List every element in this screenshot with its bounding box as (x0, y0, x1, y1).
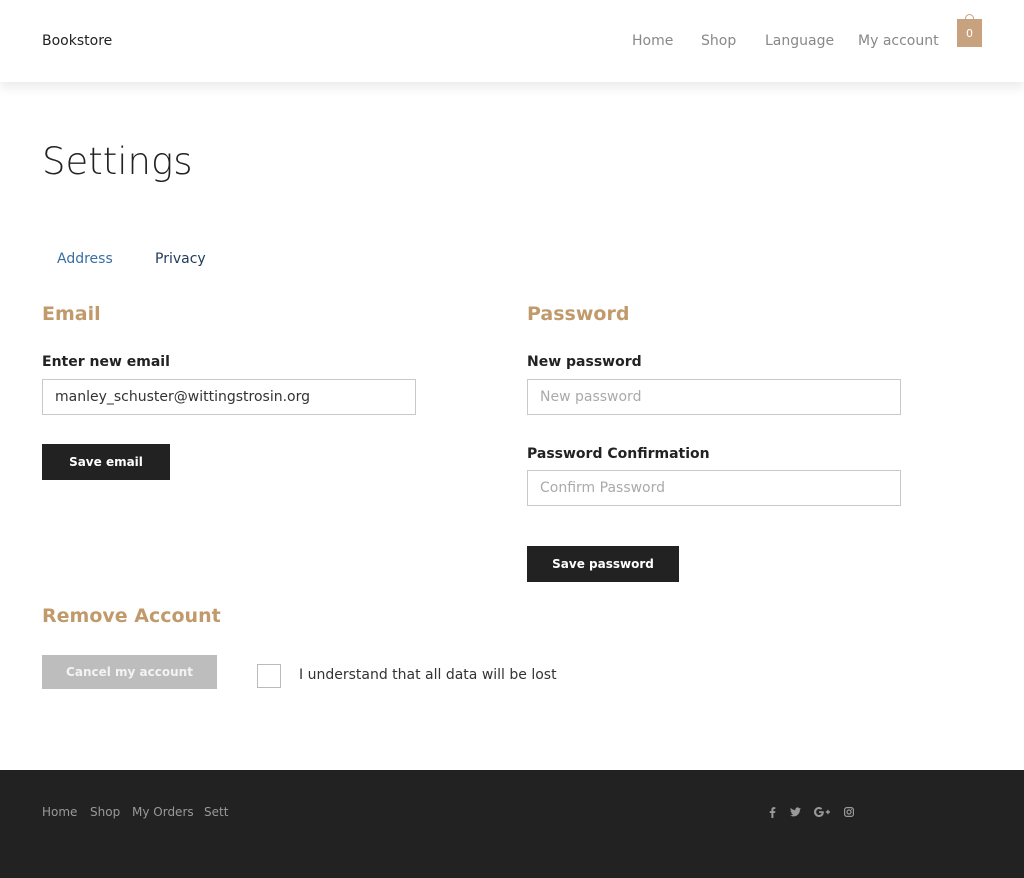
nav-my-account[interactable]: My account (858, 33, 939, 49)
nav-language[interactable]: Language (765, 33, 834, 49)
footer-link-home[interactable]: Home (42, 805, 77, 819)
new-password-field[interactable] (527, 379, 901, 415)
password-confirmation-label: Password Confirmation (527, 446, 710, 462)
confirm-password-field[interactable] (527, 470, 901, 506)
email-field[interactable] (42, 379, 416, 415)
remove-account-title: Remove Account (42, 605, 221, 627)
nav-shop[interactable]: Shop (701, 33, 736, 49)
nav-home[interactable]: Home (632, 33, 673, 49)
footer-link-settings[interactable]: Sett (204, 805, 228, 819)
confirm-data-loss-checkbox[interactable] (257, 664, 281, 688)
new-password-label: New password (527, 354, 642, 370)
page-title: Settings (42, 140, 193, 183)
confirm-data-loss-label: I understand that all data will be lost (299, 667, 557, 683)
twitter-icon[interactable] (790, 807, 801, 817)
footer-link-shop[interactable]: Shop (90, 805, 120, 819)
password-section-title: Password (527, 303, 630, 325)
cart-bag-icon (965, 14, 974, 21)
site-footer: Home Shop My Orders Sett (0, 770, 1024, 878)
tab-privacy[interactable]: Privacy (155, 251, 206, 267)
save-email-button[interactable]: Save email (42, 444, 170, 480)
email-field-label: Enter new email (42, 354, 170, 370)
tab-address[interactable]: Address (57, 251, 113, 267)
site-header: Bookstore Home Shop Language My account … (0, 0, 1024, 82)
email-section-title: Email (42, 303, 101, 325)
cart-button[interactable]: 0 (957, 14, 982, 47)
instagram-icon[interactable] (844, 807, 854, 817)
facebook-icon[interactable] (769, 807, 776, 818)
save-password-button[interactable]: Save password (527, 546, 679, 582)
main-nav: Home Shop Language My account (0, 33, 1024, 51)
cart-count: 0 (966, 27, 973, 40)
google-plus-icon[interactable] (814, 807, 830, 817)
cancel-account-button[interactable]: Cancel my account (42, 655, 217, 689)
footer-link-my-orders[interactable]: My Orders (132, 805, 194, 819)
